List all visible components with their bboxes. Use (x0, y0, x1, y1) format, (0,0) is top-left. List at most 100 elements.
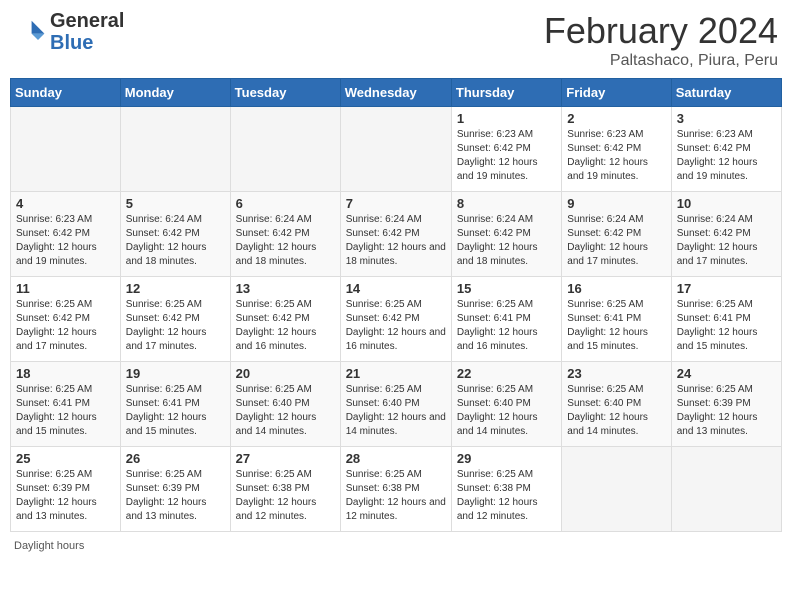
day-info: Sunrise: 6:25 AMSunset: 6:38 PMDaylight:… (457, 468, 556, 524)
month-title: February 2024 (544, 10, 778, 52)
day-info: Sunrise: 6:25 AMSunset: 6:40 PMDaylight:… (236, 383, 335, 439)
day-number: 10 (677, 196, 776, 211)
day-cell: 2 Sunrise: 6:23 AMSunset: 6:42 PMDaylight… (562, 107, 671, 192)
day-cell: 3 Sunrise: 6:23 AMSunset: 6:42 PMDaylight… (671, 107, 781, 192)
calendar-table: SundayMondayTuesdayWednesdayThursdayFrid… (10, 78, 782, 532)
day-info: Sunrise: 6:25 AMSunset: 6:39 PMDaylight:… (677, 383, 776, 439)
day-info: Sunrise: 6:25 AMSunset: 6:39 PMDaylight:… (16, 468, 115, 524)
day-number: 8 (457, 196, 556, 211)
day-number: 7 (346, 196, 446, 211)
logo-icon (14, 16, 46, 48)
day-cell (230, 107, 340, 192)
day-info: Sunrise: 6:24 AMSunset: 6:42 PMDaylight:… (567, 213, 665, 269)
day-info: Sunrise: 6:23 AMSunset: 6:42 PMDaylight:… (16, 213, 115, 269)
day-cell (340, 107, 451, 192)
day-cell: 5 Sunrise: 6:24 AMSunset: 6:42 PMDaylight… (120, 192, 230, 277)
day-number: 5 (126, 196, 225, 211)
day-info: Sunrise: 6:25 AMSunset: 6:41 PMDaylight:… (16, 383, 115, 439)
col-header-tuesday: Tuesday (230, 79, 340, 107)
day-number: 25 (16, 451, 115, 466)
day-cell: 14 Sunrise: 6:25 AMSunset: 6:42 PMDayligh… (340, 277, 451, 362)
day-cell: 20 Sunrise: 6:25 AMSunset: 6:40 PMDayligh… (230, 362, 340, 447)
day-cell: 27 Sunrise: 6:25 AMSunset: 6:38 PMDayligh… (230, 447, 340, 532)
day-cell: 22Sunrise: 6:25 AMSunset: 6:40 PMDayligh… (451, 362, 561, 447)
day-info: Sunrise: 6:25 AMSunset: 6:41 PMDaylight:… (567, 298, 665, 354)
day-cell: 25 Sunrise: 6:25 AMSunset: 6:39 PMDayligh… (11, 447, 121, 532)
day-number: 23 (567, 366, 665, 381)
day-number: 14 (346, 281, 446, 296)
day-info: Sunrise: 6:25 AMSunset: 6:40 PMDaylight:… (346, 383, 446, 439)
day-number: 27 (236, 451, 335, 466)
day-info: Sunrise: 6:24 AMSunset: 6:42 PMDaylight:… (677, 213, 776, 269)
day-cell: 12Sunrise: 6:25 AMSunset: 6:42 PMDayligh… (120, 277, 230, 362)
day-info: Sunrise: 6:25 AMSunset: 6:42 PMDaylight:… (126, 298, 225, 354)
col-header-monday: Monday (120, 79, 230, 107)
day-number: 24 (677, 366, 776, 381)
logo-general-text: General (50, 10, 124, 32)
day-cell (120, 107, 230, 192)
week-row-5: 25 Sunrise: 6:25 AMSunset: 6:39 PMDayligh… (11, 447, 782, 532)
week-row-2: 4Sunrise: 6:23 AMSunset: 6:42 PMDaylight… (11, 192, 782, 277)
day-cell: 1 Sunrise: 6:23 AMSunset: 6:42 PMDaylight… (451, 107, 561, 192)
day-number: 9 (567, 196, 665, 211)
col-header-sunday: Sunday (11, 79, 121, 107)
day-cell: 15Sunrise: 6:25 AMSunset: 6:41 PMDayligh… (451, 277, 561, 362)
day-info: Sunrise: 6:25 AMSunset: 6:39 PMDaylight:… (126, 468, 225, 524)
day-number: 26 (126, 451, 225, 466)
day-cell (562, 447, 671, 532)
day-cell: 6 Sunrise: 6:24 AMSunset: 6:42 PMDaylight… (230, 192, 340, 277)
day-number: 18 (16, 366, 115, 381)
day-cell: 9 Sunrise: 6:24 AMSunset: 6:42 PMDaylight… (562, 192, 671, 277)
day-info: Sunrise: 6:25 AMSunset: 6:42 PMDaylight:… (16, 298, 115, 354)
day-info: Sunrise: 6:24 AMSunset: 6:42 PMDaylight:… (346, 213, 446, 269)
day-number: 1 (457, 111, 556, 126)
day-number: 3 (677, 111, 776, 126)
week-row-1: 1 Sunrise: 6:23 AMSunset: 6:42 PMDaylight… (11, 107, 782, 192)
week-row-4: 18 Sunrise: 6:25 AMSunset: 6:41 PMDayligh… (11, 362, 782, 447)
day-info: Sunrise: 6:23 AMSunset: 6:42 PMDaylight:… (457, 128, 556, 184)
day-info: Sunrise: 6:25 AMSunset: 6:42 PMDaylight:… (236, 298, 335, 354)
day-info: Sunrise: 6:24 AMSunset: 6:42 PMDaylight:… (457, 213, 556, 269)
col-header-wednesday: Wednesday (340, 79, 451, 107)
col-header-friday: Friday (562, 79, 671, 107)
day-number: 19 (126, 366, 225, 381)
day-cell: 19 Sunrise: 6:25 AMSunset: 6:41 PMDayligh… (120, 362, 230, 447)
day-cell: 26 Sunrise: 6:25 AMSunset: 6:39 PMDayligh… (120, 447, 230, 532)
day-number: 22 (457, 366, 556, 381)
day-cell: 10 Sunrise: 6:24 AMSunset: 6:42 PMDayligh… (671, 192, 781, 277)
day-info: Sunrise: 6:25 AMSunset: 6:42 PMDaylight:… (346, 298, 446, 354)
day-info: Sunrise: 6:25 AMSunset: 6:38 PMDaylight:… (346, 468, 446, 524)
day-number: 17 (677, 281, 776, 296)
day-info: Sunrise: 6:25 AMSunset: 6:41 PMDaylight:… (677, 298, 776, 354)
day-info: Sunrise: 6:23 AMSunset: 6:42 PMDaylight:… (677, 128, 776, 184)
day-cell: 23Sunrise: 6:25 AMSunset: 6:40 PMDayligh… (562, 362, 671, 447)
logo-blue-text: Blue (50, 32, 124, 54)
day-cell: 16 Sunrise: 6:25 AMSunset: 6:41 PMDayligh… (562, 277, 671, 362)
day-cell: 11Sunrise: 6:25 AMSunset: 6:42 PMDayligh… (11, 277, 121, 362)
location: Paltashaco, Piura, Peru (544, 52, 778, 70)
day-number: 29 (457, 451, 556, 466)
day-cell: 13 Sunrise: 6:25 AMSunset: 6:42 PMDayligh… (230, 277, 340, 362)
col-header-thursday: Thursday (451, 79, 561, 107)
day-number: 16 (567, 281, 665, 296)
day-info: Sunrise: 6:25 AMSunset: 6:41 PMDaylight:… (126, 383, 225, 439)
day-cell: 17 Sunrise: 6:25 AMSunset: 6:41 PMDayligh… (671, 277, 781, 362)
logo-text: General Blue (50, 10, 124, 54)
day-cell: 4Sunrise: 6:23 AMSunset: 6:42 PMDaylight… (11, 192, 121, 277)
day-info: Sunrise: 6:25 AMSunset: 6:38 PMDaylight:… (236, 468, 335, 524)
calendar-header-row: SundayMondayTuesdayWednesdayThursdayFrid… (11, 79, 782, 107)
daylight-hours-label: Daylight hours (14, 540, 84, 552)
day-info: Sunrise: 6:24 AMSunset: 6:42 PMDaylight:… (236, 213, 335, 269)
day-cell: 7 Sunrise: 6:24 AMSunset: 6:42 PMDaylight… (340, 192, 451, 277)
day-number: 6 (236, 196, 335, 211)
day-number: 28 (346, 451, 446, 466)
day-cell: 8 Sunrise: 6:24 AMSunset: 6:42 PMDaylight… (451, 192, 561, 277)
day-number: 2 (567, 111, 665, 126)
day-number: 13 (236, 281, 335, 296)
day-info: Sunrise: 6:24 AMSunset: 6:42 PMDaylight:… (126, 213, 225, 269)
day-number: 20 (236, 366, 335, 381)
day-info: Sunrise: 6:23 AMSunset: 6:42 PMDaylight:… (567, 128, 665, 184)
day-cell: 21Sunrise: 6:25 AMSunset: 6:40 PMDayligh… (340, 362, 451, 447)
day-number: 15 (457, 281, 556, 296)
footer: Daylight hours (10, 540, 782, 552)
